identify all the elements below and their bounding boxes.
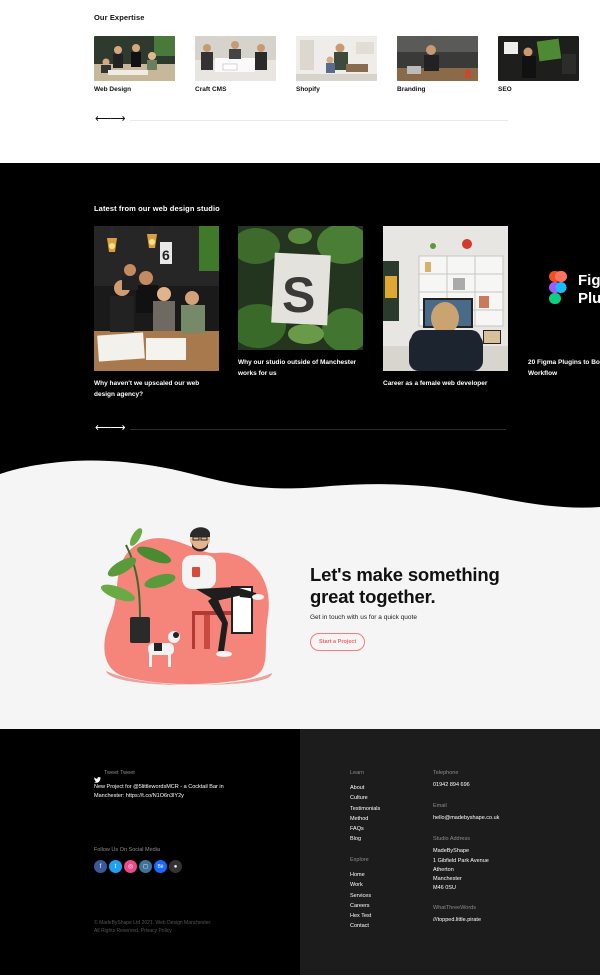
expertise-item-seo[interactable]: SEO <box>498 36 579 93</box>
branding-thumbnail <box>397 36 478 81</box>
expertise-progress-track <box>130 120 508 121</box>
blog-post-image: S <box>238 226 363 350</box>
blog-post[interactable]: Figma Plugins 20 Figma Plugins to Boost … <box>528 226 600 379</box>
behance-icon[interactable]: Bē <box>154 860 167 873</box>
facebook-icon[interactable]: f <box>94 860 107 873</box>
footer-right: Learn About Culture Testimonials Method … <box>300 729 600 975</box>
learn-label: Learn <box>350 770 365 776</box>
shopify-thumbnail <box>296 36 377 81</box>
blog-post-image: 6 <box>94 226 219 371</box>
expertise-label: Web Design <box>94 86 132 93</box>
blog-title: Latest from our web design studio <box>94 204 220 213</box>
arrow-left-icon[interactable]: ⟵ <box>95 422 111 434</box>
arrow-left-icon[interactable]: ⟵ <box>95 113 111 125</box>
blog-section: Latest from our web design studio 6 Why … <box>0 163 600 483</box>
copyright: © MadeByShape Ltd 2021. Web Design Manch… <box>94 919 211 935</box>
footer-link-blog[interactable]: Blog <box>350 834 380 844</box>
address-line: Atherton <box>433 866 454 873</box>
cta-subtitle: Get in touch with us for a quick quote <box>310 614 417 621</box>
footer-link-testimonials[interactable]: Testimonials <box>350 804 380 814</box>
start-project-button[interactable]: Start a Project <box>310 633 366 651</box>
address-value: MadeByShape 1 Gibfield Park Avenue Ather… <box>433 847 593 893</box>
w3w-value[interactable]: ///topped.little.pirate <box>433 916 593 925</box>
social-label: Follow Us On Social Media <box>94 847 161 853</box>
svg-text:6: 6 <box>162 247 170 263</box>
blog-post-title: Why our studio outside of Manchester wor… <box>238 359 357 377</box>
footer-link-faqs[interactable]: FAQs <box>350 824 380 834</box>
arrow-right-icon[interactable]: ⟶ <box>110 113 126 125</box>
expertise-label: Craft CMS <box>195 86 227 93</box>
address-line: 1 Gibfield Park Avenue <box>433 857 489 864</box>
telephone-value[interactable]: 01942 894 696 <box>433 781 593 790</box>
footer-link-contact[interactable]: Contact <box>350 921 371 931</box>
cta-title-line1: Let's make something <box>310 564 500 585</box>
web-design-thumbnail <box>94 36 175 81</box>
learn-column: Learn About Culture Testimonials Method … <box>350 770 380 845</box>
blog-post-title: Why haven't we upscaled our web design a… <box>94 380 200 398</box>
expertise-item-craft-cms[interactable]: Craft CMS <box>195 36 276 93</box>
contact-column: Telephone 01942 894 696 Email hello@made… <box>433 770 593 926</box>
footer-link-work[interactable]: Work <box>350 880 371 890</box>
twitter-icon[interactable]: t <box>109 860 122 873</box>
blog-post[interactable]: Career as a female web developer <box>383 226 508 387</box>
seo-thumbnail <box>498 36 579 81</box>
email-value[interactable]: hello@madebyshape.co.uk <box>433 814 593 823</box>
blog-post-title: Career as a female web developer <box>383 380 488 387</box>
dribbble-icon[interactable]: ◎ <box>124 860 137 873</box>
footer-link-careers[interactable]: Careers <box>350 901 371 911</box>
blog-progress-track <box>130 429 506 430</box>
blog-post[interactable]: S Why our studio outside of Manchester w… <box>238 226 363 379</box>
tweet-header: Tweet Tweet <box>94 770 135 783</box>
expertise-item-web-design[interactable]: Web Design <box>94 36 175 93</box>
cta-title-line2: great together. <box>310 586 436 607</box>
footer-link-hex-test[interactable]: Hex Test <box>350 911 371 921</box>
address-label: Studio Address <box>433 836 470 843</box>
expertise-label: SEO <box>498 86 512 93</box>
blog-post-image: Figma Plugins <box>528 226 600 350</box>
footer-link-culture[interactable]: Culture <box>350 793 380 803</box>
illustration <box>100 527 272 685</box>
svg-text:Figma Plugins: Figma Plugins <box>578 272 600 307</box>
expertise-label: Shopify <box>296 86 320 93</box>
copyright-line2[interactable]: All Rights Reserved. Privacy Policy <box>94 927 211 935</box>
footer-link-services[interactable]: Services <box>350 891 371 901</box>
craft-cms-thumbnail <box>195 36 276 81</box>
instagram-icon[interactable]: ◻ <box>139 860 152 873</box>
page: Our Expertise Web Design Craft CMS Shopi… <box>0 0 600 975</box>
expertise-title: Our Expertise <box>94 13 145 22</box>
social-links: f t ◎ ◻ Bē ● <box>94 860 184 873</box>
copyright-line1: © MadeByShape Ltd 2021. Web Design Manch… <box>94 920 212 926</box>
studio-sign-letter: S <box>282 267 315 323</box>
explore-column: Explore Home Work Services Careers Hex T… <box>350 857 371 932</box>
address-line: M46 0SU <box>433 885 456 892</box>
blog-post-title: 20 Figma Plugins to Boost Design Workflo… <box>528 359 600 377</box>
blog-post-image <box>383 226 508 371</box>
footer-link-method[interactable]: Method <box>350 814 380 824</box>
expertise-item-branding[interactable]: Branding <box>397 36 478 93</box>
wave-background <box>0 458 600 730</box>
footer-link-home[interactable]: Home <box>350 870 371 880</box>
address-line: MadeByShape <box>433 848 470 855</box>
contact-section: Let's make something great together. Get… <box>0 458 600 730</box>
footer-left: Tweet Tweet New Project for @5littleword… <box>0 729 300 975</box>
expertise-label: Branding <box>397 86 426 93</box>
address-line: Manchester <box>433 876 462 883</box>
tweet-text[interactable]: New Project for @5littlewordsMCR - a Coc… <box>94 783 244 801</box>
twitter-icon <box>94 770 101 783</box>
expertise-carousel-arrows[interactable]: ⟵⟶ <box>95 112 126 125</box>
footer-link-about[interactable]: About <box>350 783 380 793</box>
tweet-label: Tweet Tweet <box>104 770 135 776</box>
w3w-label: WhatThreeWords <box>433 905 476 912</box>
explore-label: Explore <box>350 857 369 863</box>
telephone-label: Telephone <box>433 770 459 776</box>
blog-carousel-arrows[interactable]: ⟵⟶ <box>95 421 126 434</box>
expertise-item-shopify[interactable]: Shopify <box>296 36 377 93</box>
github-icon[interactable]: ● <box>169 860 182 873</box>
blog-post[interactable]: 6 Why haven't we upscaled our web design… <box>94 226 219 398</box>
expertise-section: Our Expertise Web Design Craft CMS Shopi… <box>0 0 600 163</box>
email-label: Email <box>433 803 447 810</box>
arrow-right-icon[interactable]: ⟶ <box>110 422 126 434</box>
